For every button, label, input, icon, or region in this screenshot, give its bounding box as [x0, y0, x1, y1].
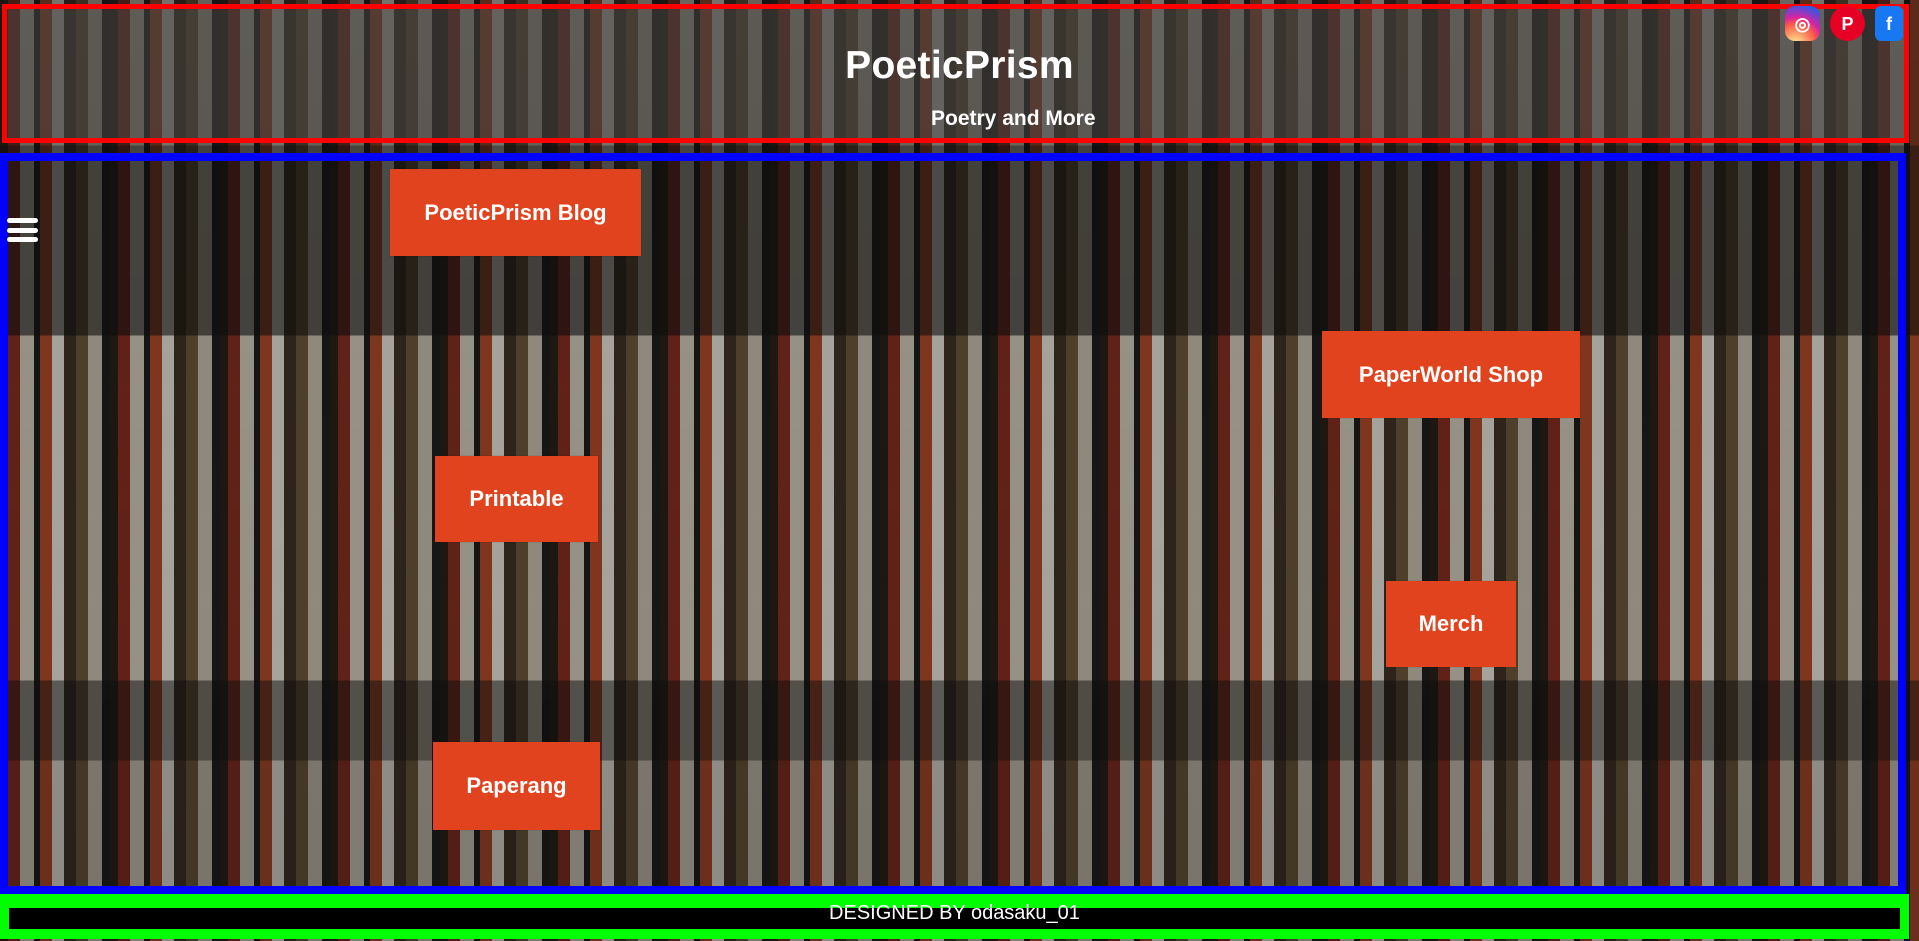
social-links: ◎ P f	[1785, 6, 1903, 41]
printable-button[interactable]: Printable	[435, 456, 598, 542]
menu-line-top	[7, 218, 38, 223]
facebook-icon[interactable]: f	[1875, 6, 1903, 41]
instagram-icon[interactable]: ◎	[1785, 6, 1820, 41]
site-title: PoeticPrism	[845, 44, 1074, 87]
pinterest-icon[interactable]: P	[1830, 6, 1865, 41]
footer-inner: DESIGNED BY odasaku_01	[9, 902, 1900, 929]
merch-button[interactable]: Merch	[1386, 581, 1516, 667]
main-content	[0, 153, 1906, 894]
site-subtitle: Poetry and More	[931, 107, 1096, 130]
menu-line-bottom	[7, 237, 38, 242]
paperworld-shop-button[interactable]: PaperWorld Shop	[1322, 331, 1580, 418]
footer: DESIGNED BY odasaku_01	[0, 894, 1909, 939]
menu-line-middle	[7, 227, 38, 233]
menu-icon[interactable]	[7, 218, 38, 242]
footer-credit: DESIGNED BY odasaku_01	[829, 902, 1080, 924]
poeticprism-blog-button[interactable]: PoeticPrism Blog	[390, 169, 641, 256]
page: PoeticPrism Poetry and More ◎ P f Poetic…	[0, 0, 1919, 941]
paperang-button[interactable]: Paperang	[433, 742, 600, 830]
